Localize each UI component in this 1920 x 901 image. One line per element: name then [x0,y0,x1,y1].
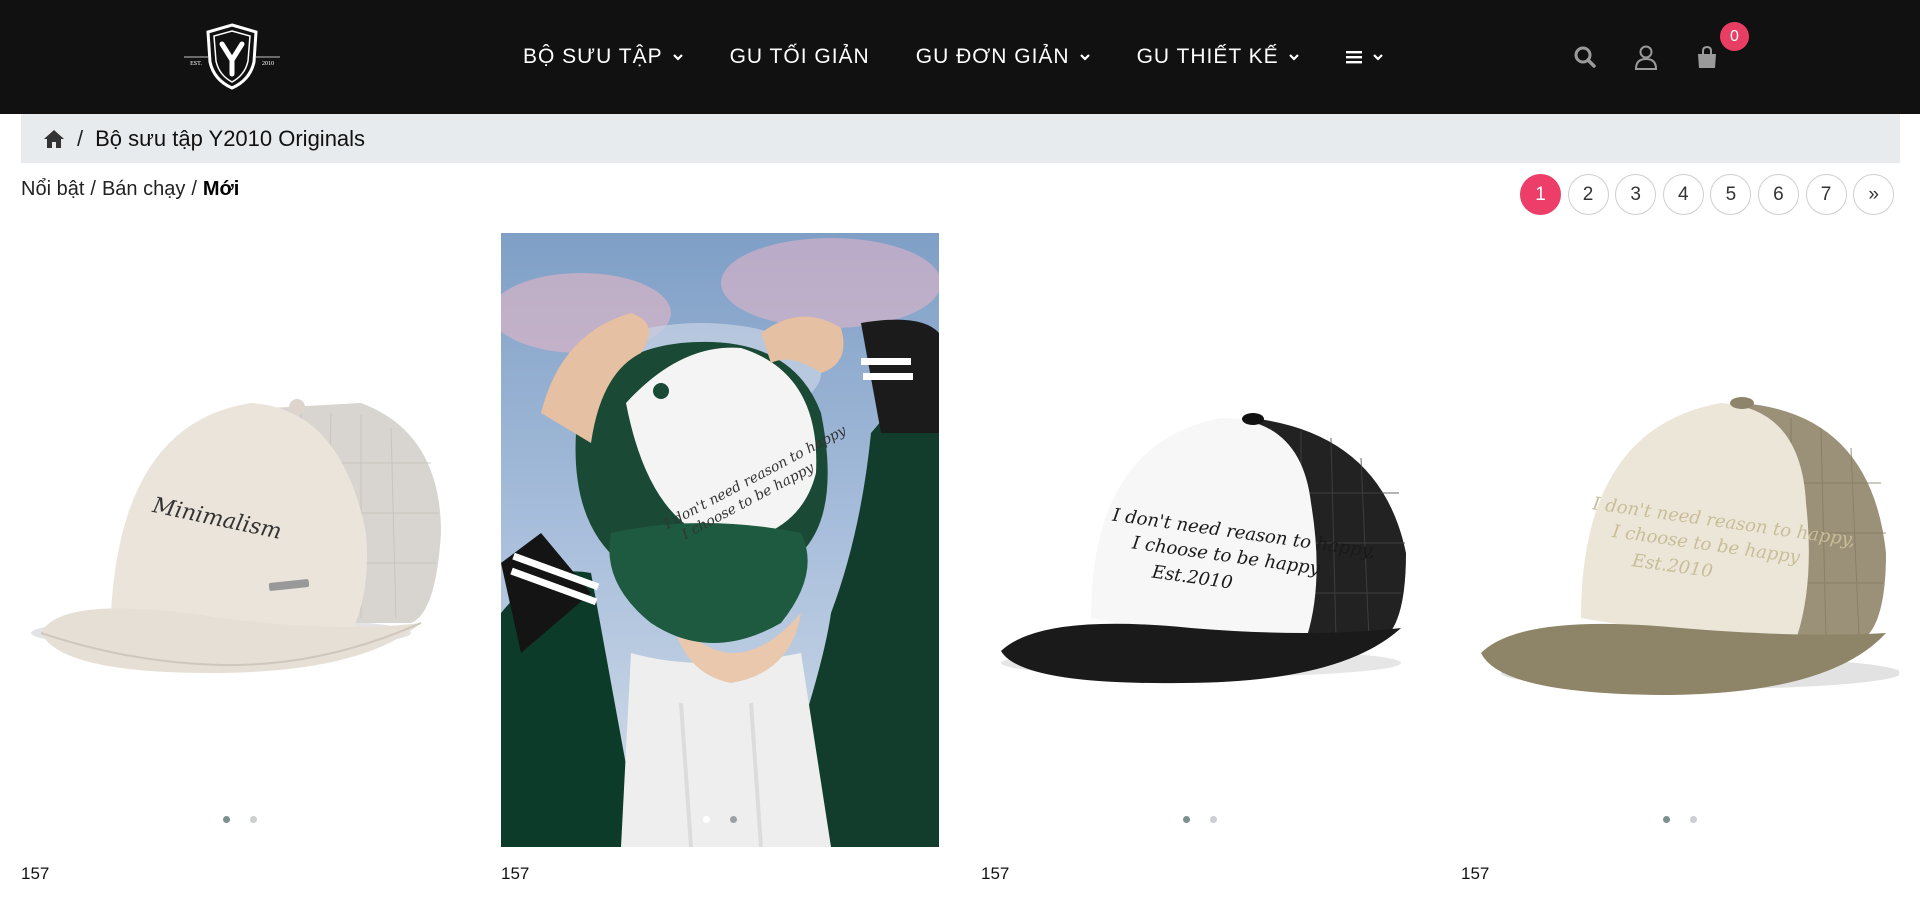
chevron-down-icon [1288,54,1299,61]
product-price: 157 [501,864,530,883]
product-image[interactable]: I don't need reason to happy I choose to… [501,233,939,847]
slide-dot[interactable] [250,816,257,823]
page-7-button[interactable]: 7 [1805,174,1847,215]
slide-indicator [21,816,459,823]
cart-button[interactable]: 0 [1692,22,1749,72]
sort-separator: / [191,178,197,200]
nav-item-gu-thiet-ke[interactable]: GU THIẾT KẾ [1137,45,1300,69]
slide-dot[interactable] [1210,816,1217,823]
model-photo-green-cap: I don't need reason to happy I choose to… [501,233,939,847]
nav-item-bo-suu-tap[interactable]: BỘ SƯU TẬP [523,45,684,69]
cap-image-khaki-cream: I don't need reason to happy, I choose t… [1481,397,1899,695]
chevron-down-icon [1372,54,1383,61]
slide-dot-active[interactable] [1183,816,1190,823]
page-1-button[interactable]: 1 [1520,174,1561,215]
slide-dot-active[interactable] [223,816,230,823]
user-icon [1634,45,1658,70]
product-price: 157 [981,864,1010,883]
nav-item-label: GU ĐƠN GIẢN [915,45,1070,68]
hamburger-icon [1345,51,1362,64]
chevron-down-icon [1079,54,1090,61]
product-card: I don't need reason to happy, I choose t… [981,233,1419,884]
sort-option-newest[interactable]: Mới [203,178,239,201]
nav-item-gu-toi-gian[interactable]: GU TỐI GIẢN [730,45,870,69]
slide-dot-active[interactable] [1663,816,1670,823]
slide-indicator [501,816,939,823]
page-4-button[interactable]: 4 [1662,174,1704,215]
cap-image-beige: Minimalism [31,399,441,673]
sort-option-featured[interactable]: Nổi bật [21,178,84,201]
search-button[interactable] [1570,42,1600,72]
cart-count-badge: 0 [1720,22,1749,51]
product-card: Minimalism 157 [21,233,459,884]
site-header: EST. 2010 BỘ SƯU TẬP GU TỐI GIẢN GU ĐƠN … [0,0,1920,114]
header-actions: 0 [1570,0,1753,114]
chevron-down-icon [672,54,683,61]
slide-dot[interactable] [1690,816,1697,823]
slide-dot-active[interactable] [703,816,710,823]
product-image[interactable]: I don't need reason to happy, I choose t… [1461,233,1899,847]
breadcrumb-current: Bộ sưu tập Y2010 Originals [95,125,366,151]
nav-item-label: GU TỐI GIẢN [729,45,870,68]
nav-item-label: BỘ SƯU TẬP [523,45,663,68]
page-3-button[interactable]: 3 [1615,174,1657,215]
more-menu-button[interactable] [1345,50,1384,64]
logo-text-right: 2010 [262,61,274,67]
brand-logo[interactable]: EST. 2010 [184,22,280,90]
nav-item-gu-don-gian[interactable]: GU ĐƠN GIẢN [916,45,1091,69]
pagination: 1 2 3 4 5 6 7 » [1520,174,1901,215]
breadcrumb-separator: / [77,125,84,151]
product-price: 157 [21,864,50,883]
slide-dot[interactable] [730,816,737,823]
product-card: I don't need reason to happy, I choose t… [1461,233,1899,884]
home-icon[interactable] [43,129,65,149]
nav-item-label: GU THIẾT KẾ [1136,45,1279,68]
page-2-button[interactable]: 2 [1567,174,1609,215]
sort-option-best-selling[interactable]: Bán chạy [102,178,185,201]
search-icon [1574,46,1596,68]
product-price: 157 [1461,864,1490,883]
slide-indicator [1461,816,1899,823]
page-5-button[interactable]: 5 [1710,174,1752,215]
main-nav: BỘ SƯU TẬP GU TỐI GIẢN GU ĐƠN GIẢN GU TH… [523,0,1384,114]
page-6-button[interactable]: 6 [1757,174,1799,215]
breadcrumb: / Bộ sưu tập Y2010 Originals [21,114,1900,163]
sort-options: Nổi bật / Bán chạy / Mới [21,178,239,201]
shopping-bag-icon [1698,45,1716,68]
product-image[interactable]: I don't need reason to happy, I choose t… [981,233,1419,847]
next-page-button[interactable]: » [1853,174,1895,215]
sort-separator: / [90,178,96,200]
account-button[interactable] [1631,42,1661,72]
product-card: I don't need reason to happy I choose to… [501,233,939,884]
product-image[interactable]: Minimalism [21,233,459,847]
slide-indicator [981,816,1419,823]
logo-text-left: EST. [190,61,202,67]
cap-image-black-white: I don't need reason to happy, I choose t… [1001,413,1406,684]
